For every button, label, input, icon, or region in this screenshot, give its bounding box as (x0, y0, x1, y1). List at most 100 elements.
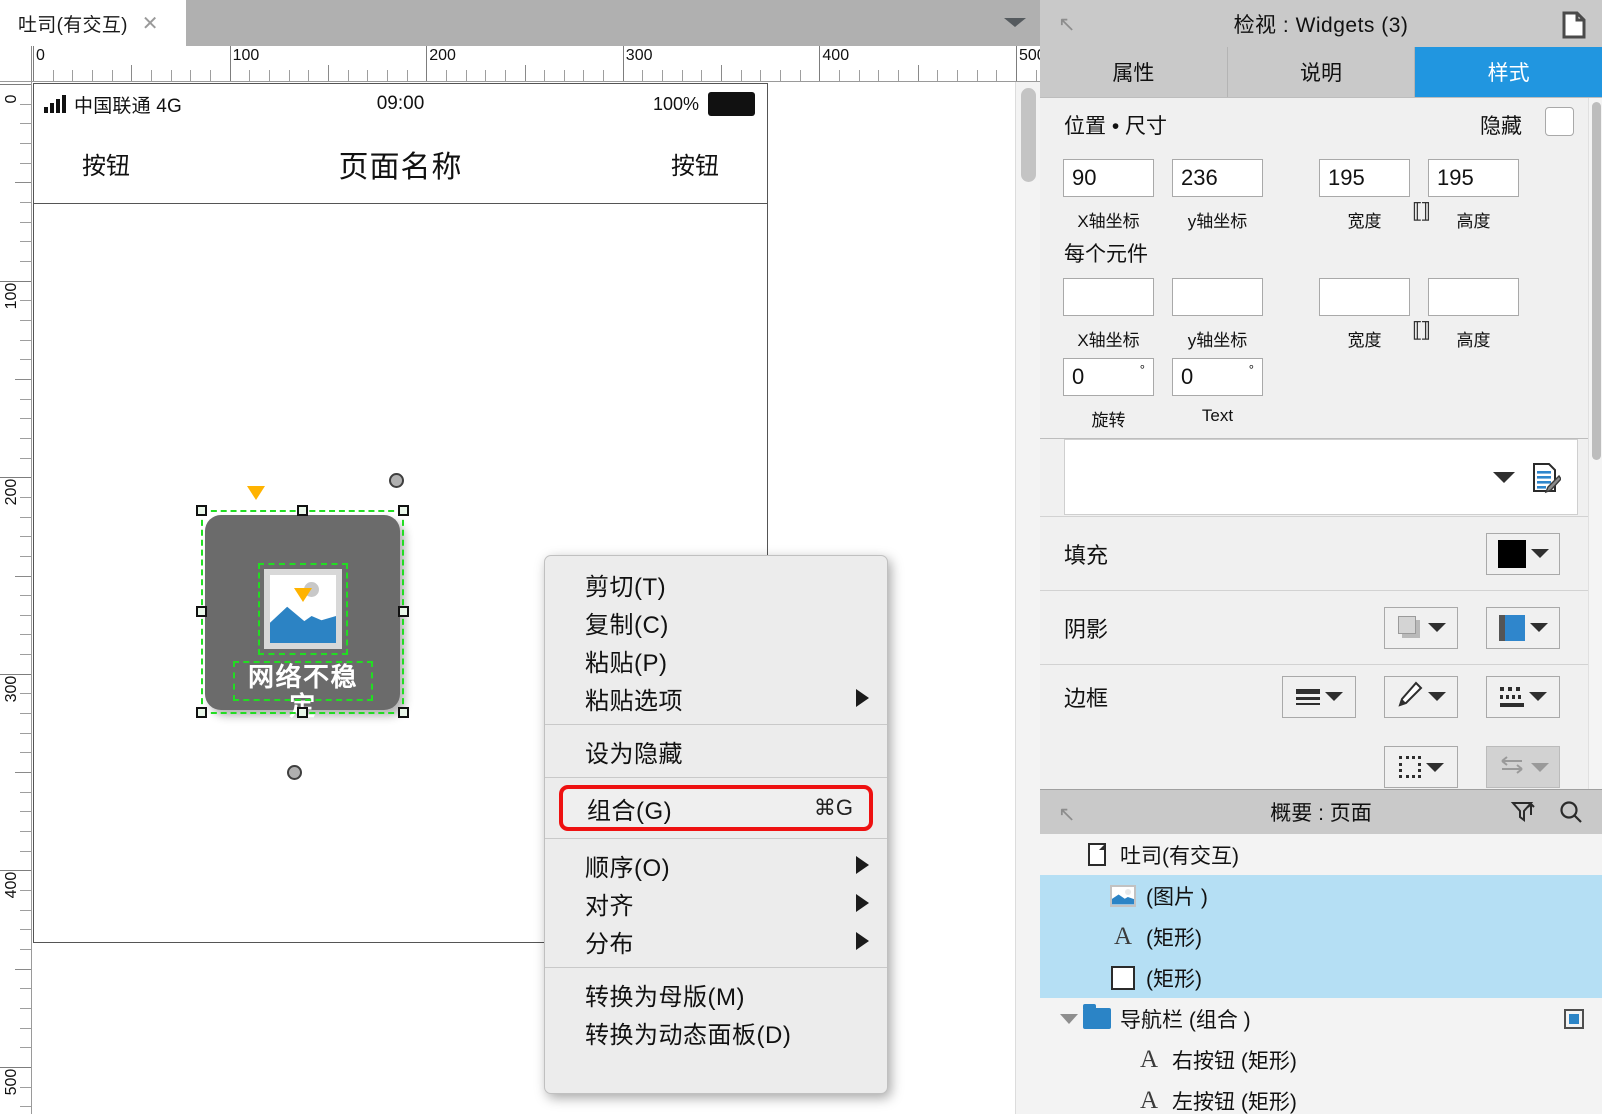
chevron-down-icon[interactable] (1493, 472, 1515, 483)
ruler-tick-minor (20, 241, 31, 243)
each-width-label: 宽度 (1347, 331, 1382, 350)
hide-checkbox[interactable] (1545, 107, 1574, 136)
tab-style[interactable]: 样式 (1415, 47, 1602, 97)
inspector-tabs[interactable]: 属性 说明 样式 (1040, 47, 1602, 97)
ruler-tick-minor (20, 418, 31, 420)
interaction-marker-image[interactable] (294, 588, 312, 602)
scrollbar-thumb[interactable] (1592, 102, 1601, 460)
link-dimensions-icon[interactable]: ⟦⟧ (1412, 199, 1431, 224)
menu-item-6[interactable]: 顺序(O) (545, 846, 887, 884)
tab-page-active[interactable]: 吐司(有交互) ✕ (0, 0, 186, 46)
outline-row-2[interactable]: A (矩形) (1040, 916, 1602, 957)
group-badge-icon[interactable] (1564, 1008, 1584, 1029)
inspector-scrollbar[interactable] (1588, 98, 1602, 789)
menu-item-8[interactable]: 分布 (545, 922, 887, 960)
outline-row-3[interactable]: (矩形) (1040, 957, 1602, 998)
border-color-icon[interactable] (1384, 675, 1458, 718)
outline-tree[interactable]: 吐司(有交互) (图片 ) A (矩形) (矩形) 导航栏 (组合 ) A 右按钮 (矩形) A… (1040, 834, 1602, 1114)
ruler-tick-minor (91, 70, 93, 81)
canvas-vertical-scrollbar[interactable] (1015, 82, 1040, 1114)
menu-item-0[interactable]: 剪切(T) (545, 565, 887, 603)
page-icon[interactable] (1562, 11, 1586, 44)
height-input[interactable]: 195 (1428, 159, 1519, 197)
rectangle-icon (1106, 965, 1140, 990)
ruler-tick-minor (20, 123, 31, 125)
x-coordinate-input[interactable]: 90 (1063, 159, 1154, 197)
chevron-down-icon[interactable] (1530, 549, 1549, 558)
rotation-input[interactable]: 0 ° (1063, 358, 1154, 396)
search-icon[interactable] (1558, 799, 1584, 830)
outline-row-5[interactable]: A 右按钮 (矩形) (1040, 1039, 1602, 1080)
style-preset-combo[interactable] (1064, 439, 1578, 515)
each-width-input[interactable] (1319, 278, 1410, 316)
outline-row-0[interactable]: 吐司(有交互) (1040, 834, 1602, 875)
rotate-handle-group[interactable] (389, 473, 404, 488)
edit-style-icon[interactable] (1531, 462, 1562, 499)
chevron-down-icon[interactable] (1427, 692, 1446, 701)
chevron-down-icon[interactable] (1425, 762, 1444, 772)
expand-caret-icon[interactable] (1058, 1013, 1080, 1024)
ruler-tick-minor (20, 201, 31, 203)
menu-item-3[interactable]: 粘贴选项 (545, 679, 887, 717)
each-x-input[interactable] (1063, 278, 1154, 316)
nav-right-button[interactable]: 按钮 (671, 146, 719, 181)
menu-item-10[interactable]: 转换为动态面板(D) (545, 1013, 887, 1051)
border-width-icon[interactable] (1282, 675, 1356, 718)
filter-icon[interactable] (1510, 799, 1536, 830)
chevron-down-icon[interactable] (1529, 623, 1548, 632)
border-visibility-icon[interactable] (1384, 746, 1458, 788)
fill-color-swatch[interactable] (1486, 532, 1560, 575)
ruler-tick-minor (249, 70, 251, 81)
rotation-label: 旋转 (1091, 411, 1126, 430)
collapse-arrow-icon[interactable]: ↖ (1058, 804, 1076, 825)
menu-item-label: 转换为动态面板(D) (585, 1021, 792, 1049)
toast-background-rectangle[interactable]: 网络不稳定 (205, 515, 400, 720)
x-coordinate-label: X轴坐标 (1077, 212, 1140, 231)
chevron-down-icon[interactable] (1324, 692, 1343, 701)
menu-item-label: 粘贴选项 (585, 687, 683, 715)
collapse-arrow-icon[interactable]: ↖ (1058, 14, 1076, 35)
menu-item-1[interactable]: 复制(C) (545, 603, 887, 641)
border-style-icon[interactable] (1486, 675, 1560, 718)
close-icon[interactable]: ✕ (142, 13, 159, 33)
ruler-label: 300 (3, 675, 20, 703)
chevron-down-icon[interactable] (1004, 18, 1026, 27)
fill-label: 填充 (1064, 542, 1109, 568)
context-menu[interactable]: 剪切(T) 复制(C) 粘贴(P) 粘贴选项设为隐藏组合(G) ⌘G 顺序(O) 对齐 分布转… (544, 555, 888, 1094)
ruler-tick-minor (957, 70, 959, 81)
menu-item-2[interactable]: 粘贴(P) (545, 641, 887, 679)
text-rotation-input[interactable]: 0 ° (1172, 358, 1263, 396)
toast-message-label[interactable]: 网络不稳定 (235, 663, 371, 720)
each-y-input[interactable] (1172, 278, 1263, 316)
scrollbar-thumb[interactable] (1021, 88, 1036, 182)
tab-properties[interactable]: 属性 (1040, 47, 1228, 97)
interaction-marker-group[interactable] (247, 486, 265, 500)
text-rotation-value: 0 (1181, 364, 1194, 389)
link-dimensions-icon-2[interactable]: ⟦⟧ (1412, 318, 1431, 343)
ruler-tick-minor (20, 437, 31, 439)
menu-item-4[interactable]: 设为隐藏 (545, 732, 887, 770)
outline-row-4[interactable]: 导航栏 (组合 ) (1040, 998, 1602, 1039)
ruler-label: 400 (3, 872, 20, 899)
menu-item-9[interactable]: 转换为母版(M) (545, 975, 887, 1013)
ruler-tick-minor (898, 70, 900, 81)
y-coordinate-input[interactable]: 236 (1172, 159, 1263, 197)
each-height-input[interactable] (1428, 278, 1519, 316)
width-input[interactable]: 195 (1319, 159, 1410, 197)
outer-shadow-icon[interactable] (1384, 606, 1458, 649)
ruler-tick-minor (20, 221, 31, 223)
fill-row: 填充 (1040, 516, 1588, 590)
outline-row-1[interactable]: (图片 ) (1040, 875, 1602, 916)
canvas-region: 吐司(有交互) ✕ 0 100 200 300 400 500 0 100 200 300 400… (0, 0, 1040, 1114)
tab-notes[interactable]: 说明 (1227, 47, 1416, 97)
ruler-tick-minor (878, 70, 880, 81)
menu-item-5[interactable]: 组合(G) ⌘G (559, 785, 873, 831)
chevron-down-icon[interactable] (1528, 692, 1547, 701)
menu-item-7[interactable]: 对齐 (545, 884, 887, 922)
rotate-handle-text[interactable] (287, 765, 302, 780)
outline-row-6[interactable]: A 左按钮 (矩形) (1040, 1080, 1602, 1114)
ruler-tick-minor (524, 65, 526, 81)
image-placeholder-icon[interactable] (264, 569, 342, 649)
inner-shadow-color-swatch[interactable] (1486, 606, 1560, 649)
chevron-down-icon[interactable] (1427, 623, 1446, 632)
